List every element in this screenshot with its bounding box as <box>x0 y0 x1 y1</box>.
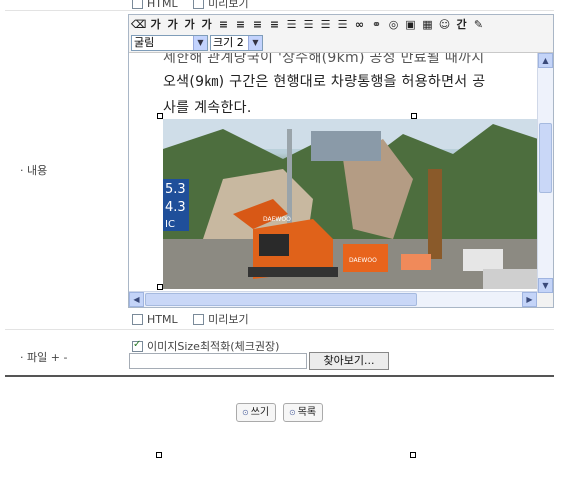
editor-toolbar: ⌫ 가 가 가 가 ≡ ≡ ≡ ≡ ☰ ☰ ☰ ☰ ∞ ⚭ ◎ ▣ ▦ ☺ 간 ✎ 굴림 ▼ 크기 2 ▼ <box>129 15 553 53</box>
selection-handle[interactable] <box>410 452 416 458</box>
file-label: · 파일 + - <box>20 351 68 364</box>
list-button[interactable]: ⊙ 목록 <box>283 403 324 422</box>
scroll-left-icon[interactable]: ◀ <box>129 292 144 307</box>
bullet-icon: ⊙ <box>242 408 249 417</box>
align-left-icon[interactable]: ≡ <box>216 17 231 32</box>
rich-text-editor: ⌫ 가 가 가 가 ≡ ≡ ≡ ≡ ☰ ☰ ☰ ☰ ∞ ⚭ ◎ ▣ ▦ ☺ 간 ✎ 굴림 ▼ 크기 2 ▼ 세한해 관계… <box>128 14 554 308</box>
list-button-label: 목록 <box>297 407 317 418</box>
font-family-select[interactable]: 굴림 ▼ <box>131 35 208 51</box>
eraser-icon[interactable]: ⌫ <box>131 17 147 32</box>
preview-checkbox[interactable] <box>193 314 205 325</box>
html-checkbox-top[interactable] <box>132 0 143 9</box>
photo-sign-text-2: 4.3 <box>165 200 186 215</box>
preview-label-top: 미리보기 <box>208 0 249 10</box>
align-justify-icon[interactable]: ≡ <box>267 17 282 32</box>
font-size-value: 크기 2 <box>213 36 244 49</box>
form-bottom-border <box>5 375 554 377</box>
scroll-down-icon[interactable]: ▼ <box>538 278 553 293</box>
file-path-input[interactable] <box>129 353 307 369</box>
font-color-icon[interactable]: 간 <box>454 17 469 32</box>
strikethrough-icon[interactable]: 가 <box>199 17 214 32</box>
unlink-icon[interactable]: ⚭ <box>369 17 384 32</box>
bullet-list-icon[interactable]: ☰ <box>301 17 316 32</box>
outdent-icon[interactable]: ☰ <box>318 17 333 32</box>
photo-scene: 5.3 4.3 IC DAEWOO DAEWOO <box>163 119 537 289</box>
content-label: · 내용 <box>20 164 48 177</box>
italic-icon[interactable]: 가 <box>165 17 180 32</box>
bullet-icon: ⊙ <box>289 408 296 417</box>
chevron-down-icon: ▼ <box>193 36 207 50</box>
align-center-icon[interactable]: ≡ <box>233 17 248 32</box>
html-label: HTML <box>147 313 178 326</box>
image-icon[interactable]: ▣ <box>403 17 418 32</box>
anchor-icon[interactable]: ◎ <box>386 17 401 32</box>
editor-vertical-scrollbar[interactable]: ▲ ▼ <box>537 53 553 293</box>
image-optimize-label: 이미지Size최적화(체크권장) <box>147 340 280 353</box>
bottom-editor-options: HTML 미리보기 <box>132 311 249 327</box>
write-button[interactable]: ⊙ 쓰기 <box>236 403 277 422</box>
preview-label: 미리보기 <box>208 313 249 326</box>
horizontal-scroll-thumb[interactable] <box>145 293 417 306</box>
row-divider <box>5 10 554 11</box>
align-right-icon[interactable]: ≡ <box>250 17 265 32</box>
embedded-photo[interactable]: 5.3 4.3 IC DAEWOO DAEWOO <box>163 119 537 289</box>
image-optimize-option: 이미지Size최적화(체크권장) <box>132 338 279 354</box>
photo-truck-brand: DAEWOO <box>349 257 377 264</box>
browse-button[interactable]: 찾아보기... <box>309 352 389 370</box>
image-resize-handle[interactable] <box>411 113 417 119</box>
preview-checkbox-top[interactable] <box>193 0 205 9</box>
font-size-select[interactable]: 크기 2 ▼ <box>210 35 263 51</box>
scroll-up-icon[interactable]: ▲ <box>538 53 553 68</box>
emoticon-icon[interactable]: ☺ <box>437 17 452 32</box>
indent-icon[interactable]: ☰ <box>335 17 350 32</box>
link-icon[interactable]: ∞ <box>352 17 367 32</box>
editor-horizontal-scrollbar[interactable]: ◀ ▶ <box>129 291 537 307</box>
editor-text-line-2: 사를 계속한다. <box>163 100 252 116</box>
underline-icon[interactable]: 가 <box>182 17 197 32</box>
scroll-right-icon[interactable]: ▶ <box>522 292 537 307</box>
image-resize-handle[interactable] <box>157 284 163 290</box>
html-checkbox[interactable] <box>132 314 143 325</box>
row-divider <box>5 329 554 330</box>
vertical-scroll-thumb[interactable] <box>539 123 552 193</box>
table-icon[interactable]: ▦ <box>420 17 435 32</box>
selection-handle[interactable] <box>156 452 162 458</box>
editor-text-line-1: 오색(9㎞) 구간은 현행대로 차량통행을 허용하면서 공 <box>163 74 486 90</box>
write-button-label: 쓰기 <box>250 407 270 418</box>
photo-sign-text-3: IC <box>165 219 175 230</box>
editor-content-area[interactable]: 세한해 관계당국이 '상수해(9km) 공정 만료될 때까지 오색(9㎞) 구간… <box>129 53 537 293</box>
html-label-top: HTML <box>147 0 178 10</box>
image-resize-handle[interactable] <box>157 113 163 119</box>
bold-icon[interactable]: 가 <box>148 17 163 32</box>
photo-sign-text-1: 5.3 <box>165 182 186 197</box>
photo-excavator-brand: DAEWOO <box>263 216 291 223</box>
numbered-list-icon[interactable]: ☰ <box>284 17 299 32</box>
font-family-value: 굴림 <box>134 36 155 49</box>
chevron-down-icon: ▼ <box>248 36 262 50</box>
editor-text-line-partial: 세한해 관계당국이 '상수해(9km) 공정 만료될 때까지 <box>163 53 485 66</box>
highlight-icon[interactable]: ✎ <box>471 17 486 32</box>
image-optimize-checkbox[interactable] <box>132 339 143 352</box>
